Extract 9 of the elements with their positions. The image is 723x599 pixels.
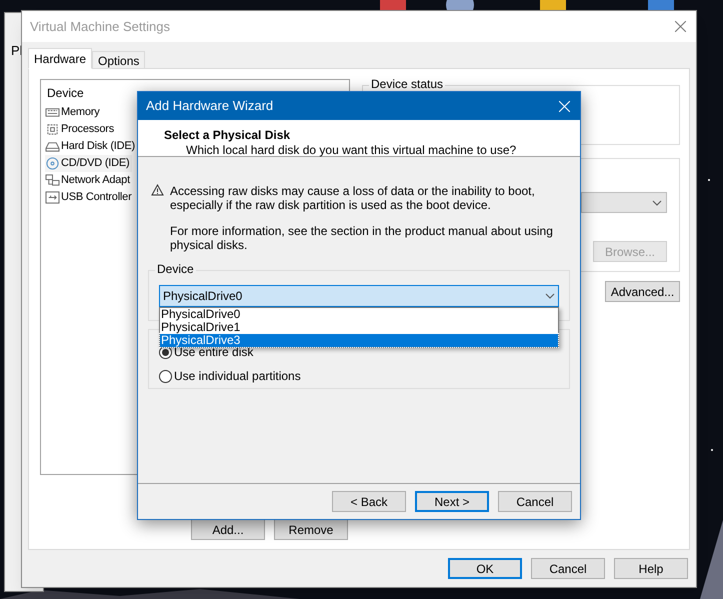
group-title: Device	[155, 263, 196, 275]
window-title: Add Hardware Wizard	[146, 97, 274, 116]
info-text: For more information, see the section in the product manual about using physical disks.	[170, 224, 554, 252]
window-title: Virtual Machine Settings	[30, 18, 170, 36]
wizard-subheading: Which local hard disk do you want this virtual machine to use?	[185, 143, 518, 158]
warning-text: Accessing raw disks may cause a loss of data or the inability to boot, especially if the raw disk partition is used as the boot device.	[170, 184, 536, 212]
column-header: Device	[47, 85, 84, 102]
wizard-heading: Select a Physical Disk	[164, 128, 292, 143]
group-title: Device status	[369, 78, 446, 90]
